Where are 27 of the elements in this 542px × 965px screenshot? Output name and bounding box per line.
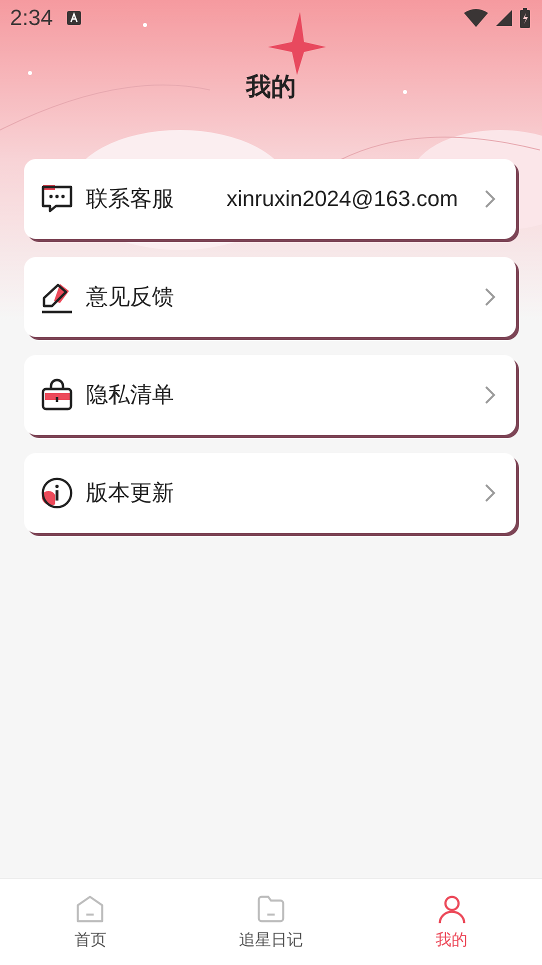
signal-icon: [496, 10, 512, 26]
menu-item[interactable]: 隐私清单: [24, 355, 516, 435]
tab-item[interactable]: 我的: [361, 879, 542, 965]
menu-label: 版本更新: [86, 480, 174, 508]
menu-label: 意见反馈: [86, 284, 174, 312]
chevron-icon: [484, 287, 496, 307]
battery-icon: [520, 8, 530, 28]
folder-icon: [256, 894, 286, 924]
chevron-icon: [484, 483, 496, 503]
menu-item[interactable]: 版本更新: [24, 453, 516, 533]
tab-item[interactable]: 追星日记: [180, 879, 362, 965]
chevron-icon: [484, 385, 496, 405]
menu-label: 隐私清单: [86, 382, 174, 410]
menu-label: 联系客服: [86, 186, 174, 214]
menu-item[interactable]: 意见反馈: [24, 257, 516, 337]
wifi-icon: [464, 9, 488, 27]
status-time: 2:34: [10, 5, 53, 31]
person-icon: [436, 894, 467, 924]
home-icon: [75, 894, 106, 924]
chevron-icon: [484, 189, 496, 209]
tab-item[interactable]: 首页: [0, 879, 181, 965]
page-title: 我的: [246, 71, 296, 103]
email-text: xinruxin2024@163.com: [226, 186, 458, 212]
notification-icon: [66, 11, 81, 25]
menu-item[interactable]: 联系客服 xinruxin2024@163.com: [24, 159, 516, 239]
info-icon: [40, 476, 74, 510]
briefcase-icon: [40, 378, 74, 412]
